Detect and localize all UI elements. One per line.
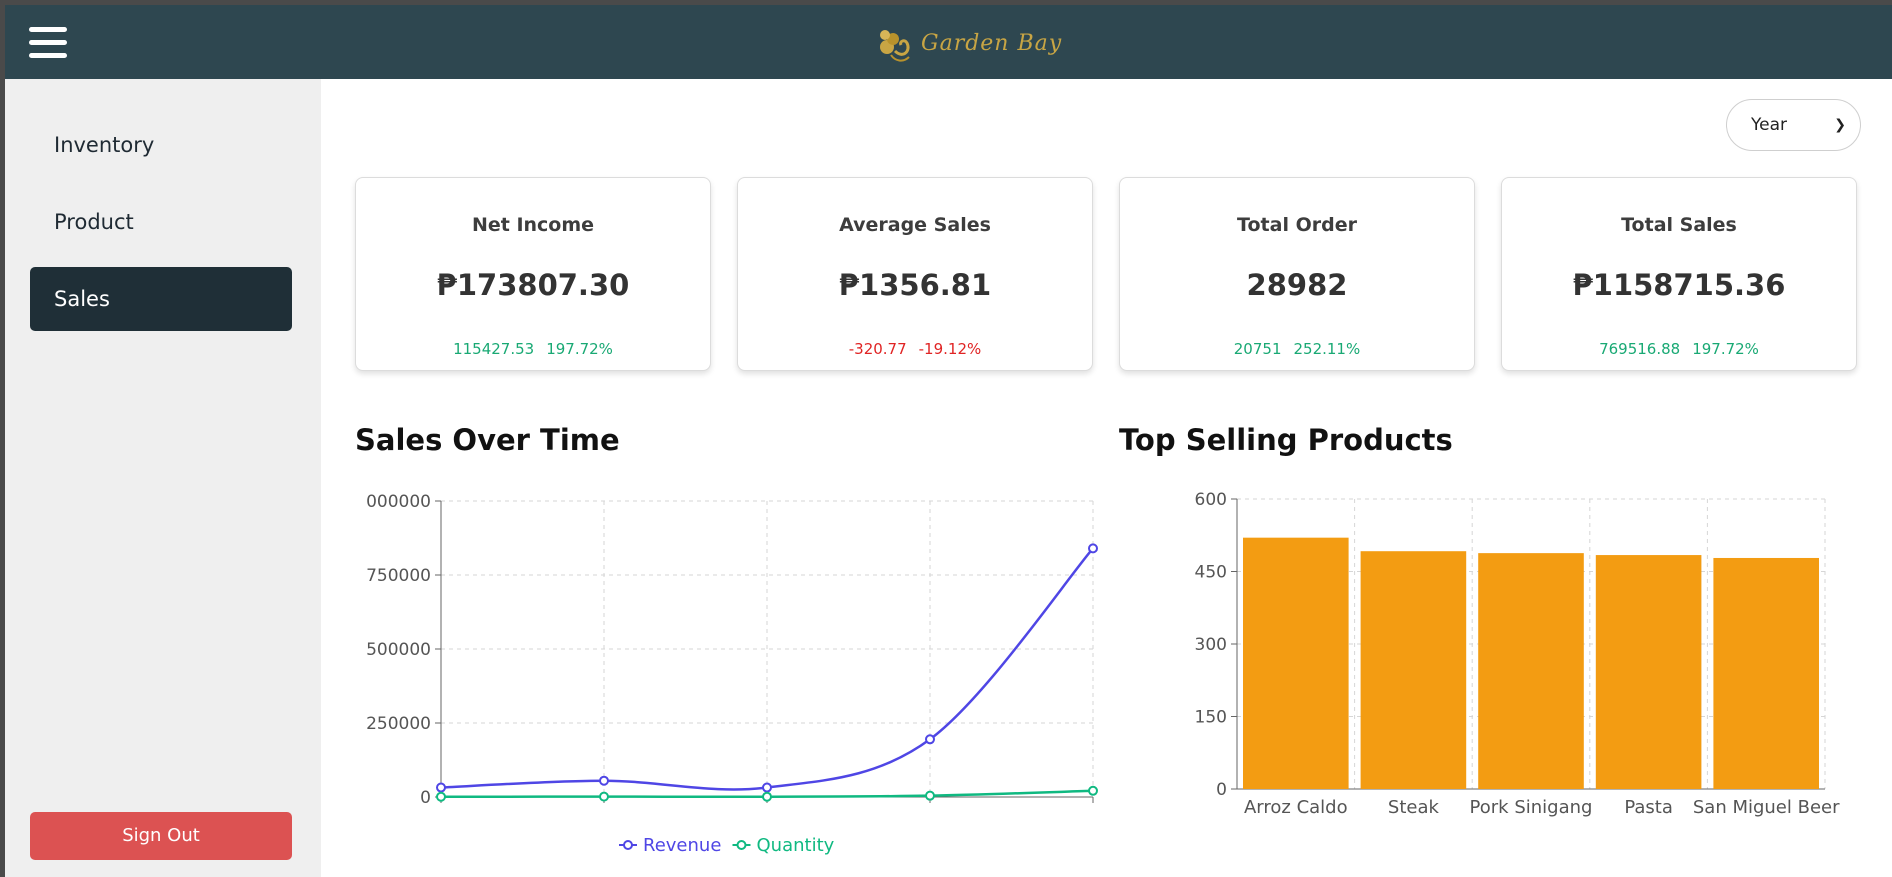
bar [1478, 553, 1584, 789]
top-bar: Garden Bay [5, 5, 1892, 79]
data-point-revenue [1088, 543, 1098, 554]
x-tick-label: Pasta [1624, 797, 1673, 818]
period-select-value: Year [1751, 115, 1787, 135]
bar [1360, 551, 1467, 789]
data-point-quantity [762, 791, 772, 802]
x-tick-label: Steak [1388, 797, 1440, 818]
bar-chart-title: Top Selling Products [1119, 423, 1453, 457]
bar [1243, 537, 1349, 789]
data-point-revenue [436, 782, 446, 793]
x-tick-label: San Miguel Beer [1693, 797, 1840, 818]
data-point-quantity [599, 791, 609, 802]
x-tick-label: Arroz Caldo [1244, 797, 1348, 818]
hamburger-icon[interactable] [29, 27, 69, 61]
sign-out-button[interactable]: Sign Out [30, 812, 292, 860]
y-tick-label: 450 [1195, 563, 1227, 583]
delta-percent: 197.72% [1692, 340, 1759, 358]
card-delta: 115427.53 197.72% [356, 340, 710, 358]
bar [1595, 555, 1702, 789]
legend-label: Revenue [643, 835, 721, 856]
card-value: ₱173807.30 [436, 268, 630, 302]
y-tick-label: 0 [420, 788, 431, 808]
legend-label: Quantity [757, 835, 835, 856]
delta-amount: -320.77 [848, 340, 907, 358]
y-tick-label: 600 [1195, 490, 1227, 510]
net-income-card: Net Income ₱173807.30 115427.53 197.72% [355, 177, 711, 371]
card-delta: 20751 252.11% [1120, 340, 1474, 358]
bar [1713, 557, 1819, 789]
card-title: Average Sales [839, 214, 991, 236]
data-point-quantity [925, 790, 935, 801]
brand-name: Garden Bay [921, 30, 1063, 56]
sidebar-item-sales[interactable]: Sales [30, 267, 292, 331]
delta-percent: 252.11% [1293, 340, 1361, 358]
x-tick-label: Pork Sinigang [1470, 797, 1593, 818]
legend-marker [623, 840, 633, 850]
delta-percent: 197.72% [546, 340, 613, 358]
card-title: Total Order [1237, 214, 1357, 236]
total-sales-card: Total Sales ₱1158715.36 769516.88 197.72% [1501, 177, 1857, 371]
y-tick-label: 250000 [366, 714, 431, 734]
delta-amount: 115427.53 [453, 340, 535, 358]
y-tick-label: 000000 [366, 492, 431, 512]
line-chart-title: Sales Over Time [355, 423, 620, 457]
sidebar-item-inventory[interactable]: Inventory [30, 113, 292, 177]
app-window: Garden Bay Inventory Product Sales Sign … [5, 5, 1892, 877]
card-title: Total Sales [1621, 214, 1737, 236]
total-order-card: Total Order 28982 20751 252.11% [1119, 177, 1475, 371]
chevron-down-icon: ❯ [1834, 117, 1846, 133]
data-point-revenue [925, 734, 935, 745]
sidebar-item-product[interactable]: Product [30, 190, 292, 254]
data-point-revenue [762, 782, 772, 793]
period-select[interactable]: Year ❯ [1726, 99, 1861, 151]
card-delta: -320.77 -19.12% [738, 340, 1092, 358]
card-value: 28982 [1246, 268, 1348, 302]
sales-over-time-chart: 000000 750000 500000 250000 0 Revenue Quantity [366, 492, 1098, 856]
delta-amount: 20751 [1233, 340, 1282, 358]
y-tick-label: 750000 [366, 566, 431, 586]
brand-logo: Garden Bay [873, 21, 1062, 65]
y-tick-label: 500000 [366, 640, 431, 660]
average-sales-card: Average Sales ₱1356.81 -320.77 -19.12% [737, 177, 1093, 371]
sidebar: Inventory Product Sales Sign Out [5, 79, 321, 877]
data-point-revenue [599, 775, 609, 786]
y-tick-label: 150 [1195, 708, 1227, 728]
card-delta: 769516.88 197.72% [1502, 340, 1856, 358]
data-point-quantity [1088, 785, 1098, 796]
y-tick-label: 300 [1195, 635, 1227, 655]
top-selling-products-chart: 600 450 300 150 0 Arroz Caldo Steak Pork Siniga… [1195, 490, 1841, 818]
card-title: Net Income [471, 214, 595, 236]
data-point-quantity [436, 791, 446, 802]
delta-percent: -19.12% [918, 340, 982, 358]
legend-marker [736, 840, 747, 850]
flower-logo-icon [880, 30, 910, 62]
card-value: ₱1158715.36 [1572, 268, 1786, 302]
delta-amount: 769516.88 [1599, 340, 1681, 358]
card-value: ₱1356.81 [838, 268, 992, 302]
y-tick-label: 0 [1216, 780, 1227, 800]
